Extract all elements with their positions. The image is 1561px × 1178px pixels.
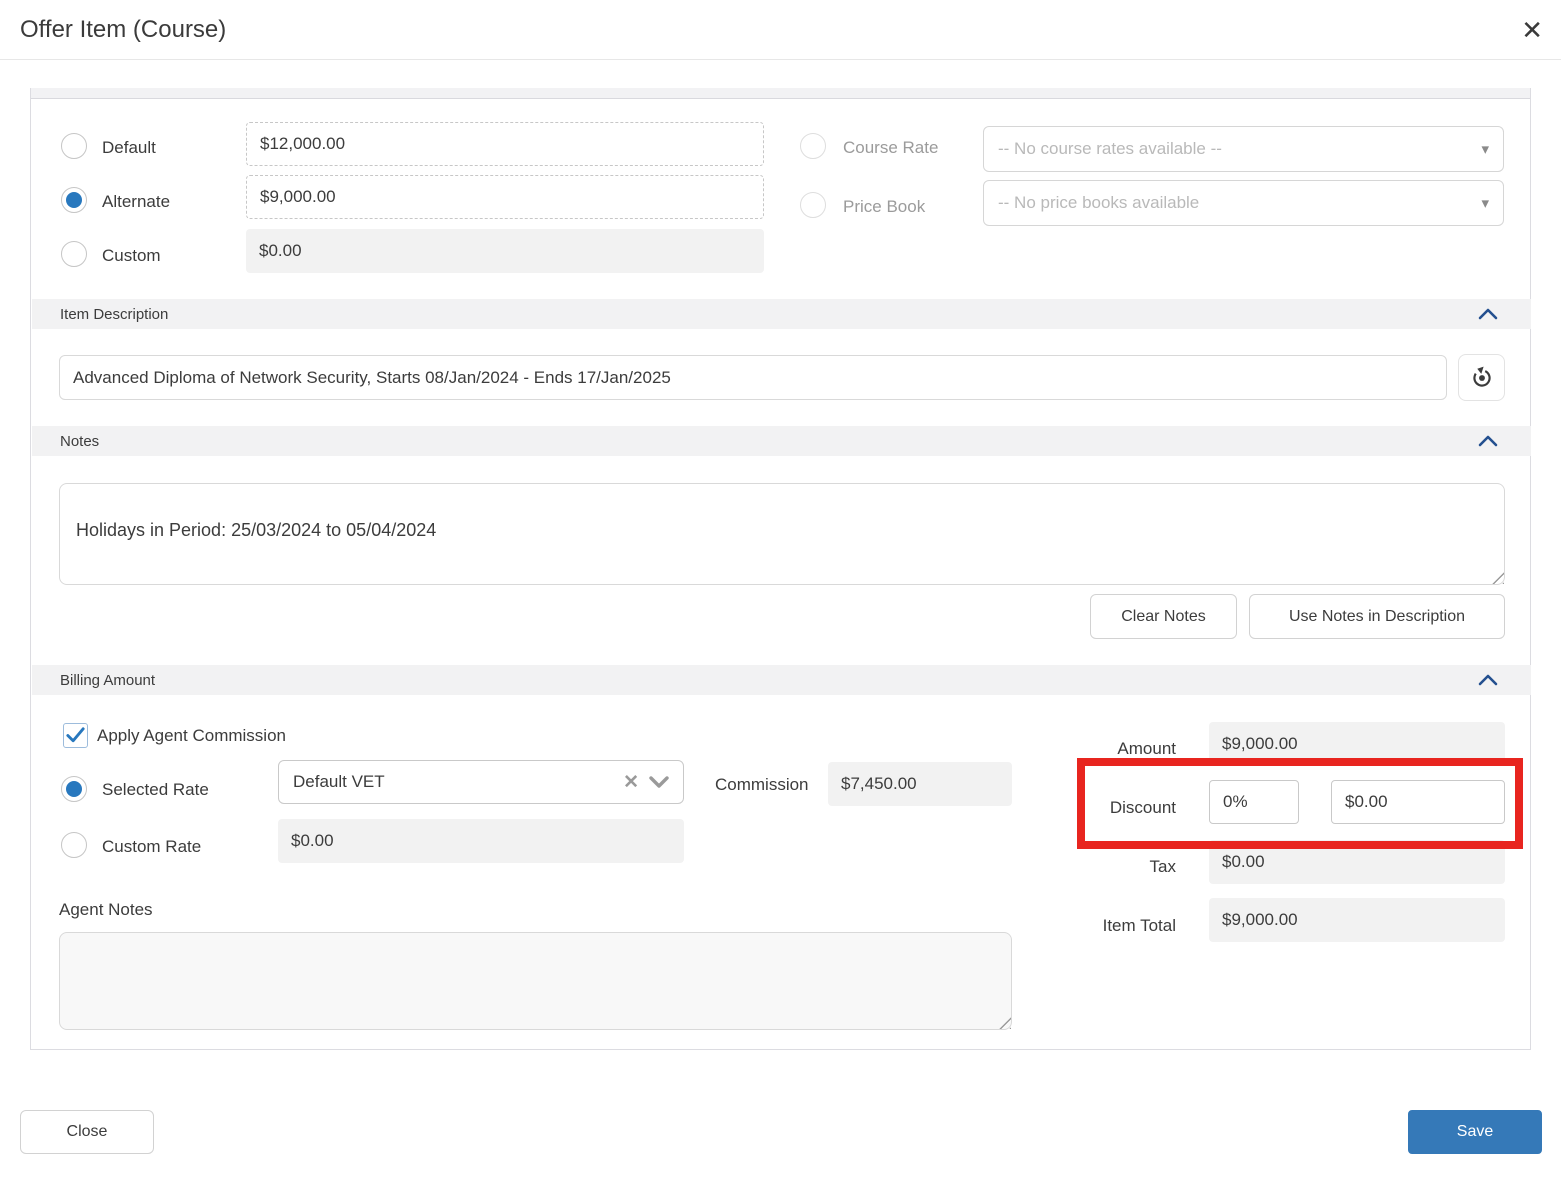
selected-rate-label: Selected Rate [102, 780, 209, 800]
collapse-chevron-icon[interactable] [1477, 305, 1499, 327]
agent-notes-label: Agent Notes [59, 900, 153, 920]
commission-input [828, 762, 1012, 806]
price-book-label: Price Book [843, 197, 925, 217]
item-description-input[interactable] [59, 355, 1447, 400]
course-rate-select[interactable]: -- No course rates available -- ▾ [983, 126, 1504, 172]
chevron-down-icon [649, 775, 669, 789]
billing-amount-header: Billing Amount [32, 665, 1531, 695]
item-total-input [1209, 898, 1505, 942]
radio-default-price[interactable] [61, 133, 87, 159]
clear-notes-button[interactable]: Clear Notes [1090, 594, 1237, 639]
use-notes-label: Use Notes in Description [1289, 608, 1465, 626]
radio-default-label: Default [102, 138, 156, 158]
clear-selection-icon[interactable]: ✕ [623, 771, 639, 794]
clear-notes-label: Clear Notes [1121, 608, 1205, 626]
apply-agent-commission-checkbox[interactable] [63, 723, 88, 748]
alternate-price-input[interactable] [246, 175, 764, 219]
collapse-chevron-icon[interactable] [1477, 432, 1499, 454]
amount-input [1209, 722, 1505, 766]
commission-label: Commission [715, 775, 823, 795]
selected-rate-select[interactable]: Default VET ✕ [278, 760, 684, 804]
item-description-title: Item Description [60, 306, 168, 323]
tax-input [1209, 840, 1505, 884]
radio-alternate-price[interactable] [61, 187, 87, 213]
radio-custom-price[interactable] [61, 241, 87, 267]
chevron-down-icon: ▾ [1481, 194, 1489, 212]
price-book-select[interactable]: -- No price books available ▾ [983, 180, 1504, 226]
course-rate-placeholder: -- No course rates available -- [998, 139, 1473, 159]
tax-label: Tax [1071, 857, 1176, 877]
collapse-chevron-icon[interactable] [1477, 671, 1499, 693]
restore-description-icon[interactable] [1458, 354, 1505, 401]
custom-rate-input [278, 819, 684, 863]
page-title: Offer Item (Course) [20, 16, 226, 44]
close-icon[interactable]: ✕ [1521, 12, 1543, 48]
default-price-input[interactable] [246, 122, 764, 166]
discount-percent-input[interactable] [1209, 780, 1299, 824]
close-button[interactable]: Close [20, 1110, 154, 1154]
agent-notes-textarea[interactable] [59, 932, 1012, 1030]
save-button[interactable]: Save [1408, 1110, 1542, 1154]
radio-custom-label: Custom [102, 246, 161, 266]
course-rate-label: Course Rate [843, 138, 938, 158]
save-button-label: Save [1457, 1123, 1493, 1141]
collapsed-section-strip [31, 88, 1530, 99]
radio-selected-rate[interactable] [61, 776, 87, 802]
amount-label: Amount [1071, 739, 1176, 759]
selected-rate-value: Default VET [293, 772, 623, 792]
apply-agent-commission-label: Apply Agent Commission [97, 726, 286, 746]
radio-price-book[interactable] [800, 192, 826, 218]
billing-amount-title: Billing Amount [60, 672, 155, 689]
close-button-label: Close [67, 1123, 108, 1141]
price-book-placeholder: -- No price books available [998, 193, 1473, 213]
modal-titlebar: Offer Item (Course) ✕ [0, 0, 1561, 60]
radio-course-rate[interactable] [800, 133, 826, 159]
custom-rate-label: Custom Rate [102, 837, 201, 857]
notes-textarea[interactable]: Holidays in Period: 25/03/2024 to 05/04/… [59, 483, 1505, 585]
radio-custom-rate[interactable] [61, 832, 87, 858]
notes-header: Notes [32, 426, 1531, 456]
item-total-label: Item Total [1071, 916, 1176, 936]
discount-amount-input[interactable] [1331, 780, 1505, 824]
chevron-down-icon: ▾ [1481, 140, 1489, 158]
offer-item-form: Default Alternate Custom Course Rate -- … [30, 88, 1531, 1050]
radio-alternate-label: Alternate [102, 192, 170, 212]
use-notes-in-description-button[interactable]: Use Notes in Description [1249, 594, 1505, 639]
discount-label: Discount [1071, 798, 1176, 818]
notes-title: Notes [60, 433, 99, 450]
custom-price-input [246, 229, 764, 273]
item-description-header: Item Description [32, 299, 1531, 329]
